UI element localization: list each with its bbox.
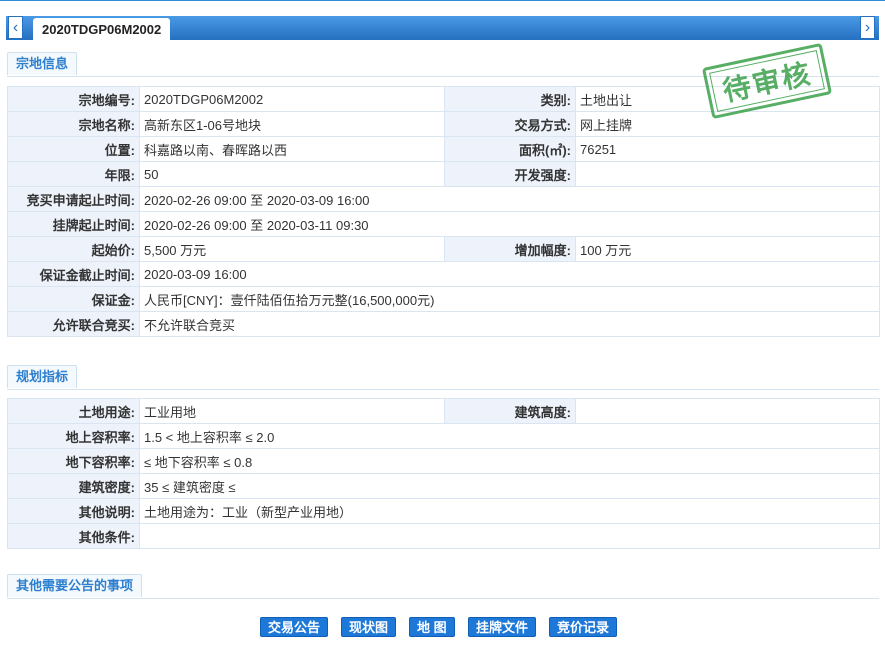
table-row: 地上容积率: 1.5 < 地上容积率 ≤ 2.0 — [7, 423, 880, 449]
bid-records-button[interactable]: 竞价记录 — [549, 617, 618, 637]
table-row: 其他条件: — [7, 523, 880, 549]
tab-parcel-code[interactable]: 2020TDGP06M2002 — [33, 18, 171, 40]
table-row: 保证金: 人民币[CNY]：壹仟陆佰伍拾万元整(16,500,000元) — [7, 286, 880, 312]
area-value: 76251 — [575, 136, 880, 162]
start-price-value: 5,500 万元 — [139, 236, 445, 262]
section-parcel-info: 宗地信息 — [7, 52, 78, 75]
table-row: 位置: 科嘉路以南、春晖路以西 面积(㎡): 76251 — [7, 136, 880, 162]
far-above-value: 1.5 < 地上容积率 ≤ 2.0 — [139, 423, 880, 449]
deposit-value: 人民币[CNY]：壹仟陆佰伍拾万元整(16,500,000元) — [139, 286, 880, 312]
location-label: 位置: — [7, 136, 140, 162]
listing-period-label: 挂牌起止时间: — [7, 211, 140, 237]
listing-period-value: 2020-02-26 09:00 至 2020-03-11 09:30 — [139, 211, 880, 237]
next-tab-arrow-icon[interactable]: › — [860, 16, 875, 39]
parcel-name-label: 宗地名称: — [7, 111, 140, 137]
other-note-value: 土地用途为：工业（新型产业用地） — [139, 498, 880, 524]
status-map-button[interactable]: 现状图 — [341, 617, 397, 637]
area-label: 面积(㎡): — [444, 136, 576, 162]
parcel-name-value: 高新东区1-06号地块 — [139, 111, 445, 137]
parcel-code-label: 宗地编号: — [7, 86, 140, 112]
far-below-value: ≤ 地下容积率 ≤ 0.8 — [139, 448, 880, 474]
table-row: 土地用途: 工业用地 建筑高度: — [7, 398, 880, 424]
table-row: 竞买申请起止时间: 2020-02-26 09:00 至 2020-03-09 … — [7, 186, 880, 212]
table-row: 保证金截止时间: 2020-03-09 16:00 — [7, 261, 880, 287]
intensity-label: 开发强度: — [444, 161, 576, 187]
land-use-label: 土地用途: — [7, 398, 140, 424]
building-density-label: 建筑密度: — [7, 473, 140, 499]
start-price-label: 起始价: — [7, 236, 140, 262]
trade-method-label: 交易方式: — [444, 111, 576, 137]
table-row: 年限: 50 开发强度: — [7, 161, 880, 187]
table-row: 允许联合竞买: 不允许联合竞买 — [7, 311, 880, 337]
intensity-value — [575, 161, 880, 187]
location-value: 科嘉路以南、春晖路以西 — [139, 136, 445, 162]
increment-value: 100 万元 — [575, 236, 880, 262]
map-button[interactable]: 地 图 — [409, 617, 455, 637]
notice-button[interactable]: 交易公告 — [260, 617, 329, 637]
apply-period-label: 竞买申请起止时间: — [7, 186, 140, 212]
table-row: 宗地名称: 高新东区1-06号地块 交易方式: 网上挂牌 — [7, 111, 880, 137]
building-height-label: 建筑高度: — [444, 398, 576, 424]
land-use-value: 工业用地 — [139, 398, 445, 424]
term-value: 50 — [139, 161, 445, 187]
table-row: 地下容积率: ≤ 地下容积率 ≤ 0.8 — [7, 448, 880, 474]
other-note-label: 其他说明: — [7, 498, 140, 524]
section-divider — [7, 389, 879, 390]
far-above-label: 地上容积率: — [7, 423, 140, 449]
joint-bid-label: 允许联合竞买: — [7, 311, 140, 337]
listing-docs-button[interactable]: 挂牌文件 — [468, 617, 537, 637]
parcel-code-value: 2020TDGP06M2002 — [139, 86, 445, 112]
parcel-info-table: 宗地编号: 2020TDGP06M2002 类别: 土地出让 宗地名称: 高新东… — [7, 86, 880, 337]
term-label: 年限: — [7, 161, 140, 187]
section-divider — [7, 598, 879, 599]
deposit-deadline-value: 2020-03-09 16:00 — [139, 261, 880, 287]
building-height-value — [575, 398, 880, 424]
joint-bid-value: 不允许联合竞买 — [139, 311, 880, 337]
table-row: 其他说明: 土地用途为：工业（新型产业用地） — [7, 498, 880, 524]
deposit-label: 保证金: — [7, 286, 140, 312]
other-conditions-value — [139, 523, 880, 549]
prev-tab-arrow-icon[interactable]: ‹ — [8, 16, 23, 39]
table-row: 起始价: 5,500 万元 增加幅度: 100 万元 — [7, 236, 880, 262]
section-planning: 规划指标 — [7, 365, 78, 388]
section-other-notices: 其他需要公告的事项 — [7, 574, 143, 597]
planning-table: 土地用途: 工业用地 建筑高度: 地上容积率: 1.5 < 地上容积率 ≤ 2.… — [7, 398, 880, 549]
table-row: 挂牌起止时间: 2020-02-26 09:00 至 2020-03-11 09… — [7, 211, 880, 237]
building-density-value: 35 ≤ 建筑密度 ≤ — [139, 473, 880, 499]
apply-period-value: 2020-02-26 09:00 至 2020-03-09 16:00 — [139, 186, 880, 212]
table-row: 建筑密度: 35 ≤ 建筑密度 ≤ — [7, 473, 880, 499]
deposit-deadline-label: 保证金截止时间: — [7, 261, 140, 287]
category-label: 类别: — [444, 86, 576, 112]
far-below-label: 地下容积率: — [7, 448, 140, 474]
other-conditions-label: 其他条件: — [7, 523, 140, 549]
increment-label: 增加幅度: — [444, 236, 576, 262]
